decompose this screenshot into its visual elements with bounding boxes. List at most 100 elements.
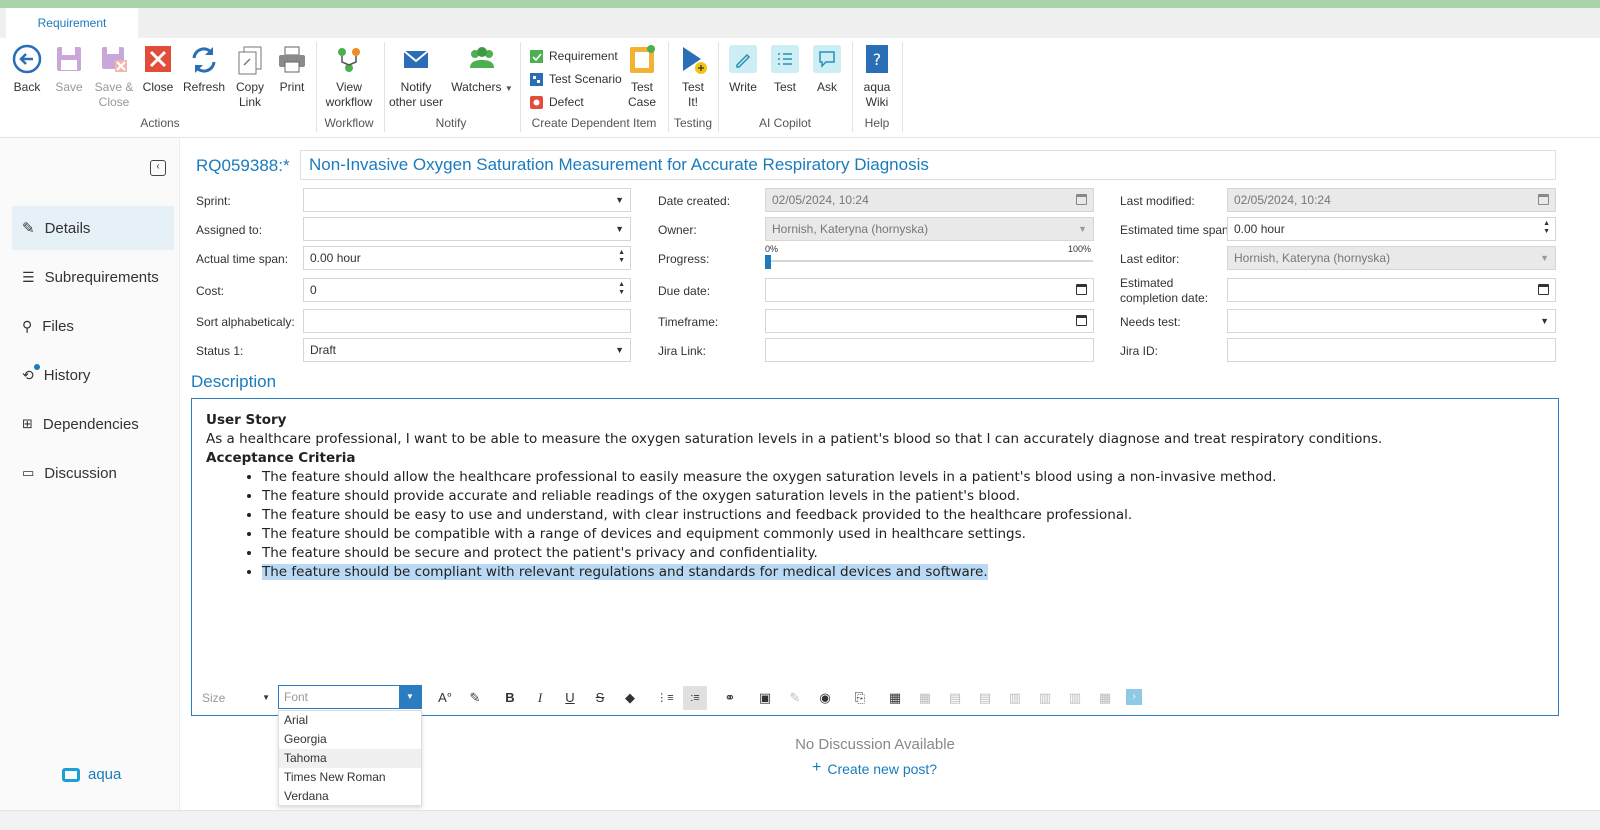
sprint-select[interactable]: ▼ — [303, 188, 631, 212]
col-before-icon[interactable]: ▥ — [1036, 689, 1054, 707]
save-close-button[interactable]: Save & Close — [92, 44, 136, 110]
numbered-list-icon[interactable]: ⋮≡ — [656, 689, 674, 707]
print-button[interactable]: Print — [270, 44, 314, 95]
table-props-icon[interactable]: ▦ — [916, 689, 934, 707]
delete-row-icon[interactable]: ▥ — [1006, 689, 1024, 707]
due-date-label: Due date: — [658, 284, 711, 298]
progress-slider-handle[interactable] — [765, 255, 771, 269]
create-test-case-button[interactable]: Test Case — [620, 44, 664, 110]
font-option-times-new-roman[interactable]: Times New Roman — [279, 768, 421, 787]
calendar-icon[interactable] — [1076, 284, 1087, 295]
ribbon-separator — [384, 42, 385, 132]
collapse-sidebar-icon[interactable]: ‹ — [150, 160, 166, 176]
strikethrough-icon[interactable]: S — [591, 689, 609, 707]
needs-test-select[interactable]: ▼ — [1227, 309, 1556, 333]
due-date-input[interactable] — [765, 278, 1094, 302]
font-option-tahoma[interactable]: Tahoma — [279, 749, 421, 768]
create-post-link[interactable]: + Create new post? — [812, 759, 937, 778]
link-icon[interactable]: ⚭ — [721, 689, 739, 707]
sidebar-item-subrequirements[interactable]: ☰ Subrequirements — [12, 255, 174, 299]
delete-col-icon[interactable]: ▦ — [1096, 689, 1114, 707]
save-button[interactable]: Save — [47, 44, 91, 95]
back-arrow-icon — [12, 44, 42, 74]
camera-icon[interactable]: ◉ — [816, 689, 834, 707]
date-created-field: 02/05/2024, 10:24 — [765, 188, 1094, 212]
col-after-icon[interactable]: ▥ — [1066, 689, 1084, 707]
insert-file-icon[interactable]: ⎘ — [851, 689, 869, 707]
font-option-arial[interactable]: Arial — [279, 711, 421, 730]
chevron-down-icon: ▼ — [1078, 224, 1087, 234]
status-select[interactable]: Draft ▼ — [303, 338, 631, 362]
sidebar-item-details[interactable]: ✎ Details — [12, 206, 174, 250]
ai-ask-button[interactable]: Ask — [805, 44, 849, 95]
refresh-button[interactable]: Refresh — [182, 44, 226, 95]
row-after-icon[interactable]: ▤ — [976, 689, 994, 707]
sidebar-item-files[interactable]: ⚲ Files — [12, 304, 174, 348]
sidebar-item-dependencies[interactable]: ⊞ Dependencies — [12, 402, 174, 446]
create-test-scenario-button[interactable]: Test Scenario — [530, 72, 622, 86]
source-code-icon[interactable]: › — [1126, 689, 1142, 705]
edit-image-icon[interactable]: ✎ — [786, 689, 804, 707]
eraser-icon[interactable]: ◆ — [621, 689, 639, 707]
font-option-georgia[interactable]: Georgia — [279, 730, 421, 749]
copy-link-button[interactable]: Copy Link — [228, 44, 272, 110]
image-icon[interactable]: ▣ — [756, 689, 774, 707]
back-button[interactable]: Back — [5, 44, 49, 95]
jira-link-label: Jira Link: — [658, 344, 707, 358]
watchers-button[interactable]: Watchers ▼ — [450, 44, 514, 96]
list-item: The feature should be easy to use and un… — [262, 506, 1382, 525]
ai-write-button[interactable]: Write — [721, 44, 765, 95]
jira-link-input[interactable] — [765, 338, 1094, 362]
create-requirement-button[interactable]: Requirement — [530, 49, 618, 63]
highlight-pen-icon[interactable]: ✎ — [466, 689, 484, 707]
assigned-select[interactable]: ▼ — [303, 217, 631, 241]
font-size-select[interactable]: Size ▼ — [198, 687, 274, 709]
chevron-down-icon: ▼ — [615, 224, 624, 234]
description-content[interactable]: User Story As a healthcare professional,… — [206, 411, 1382, 582]
chevron-down-icon: ▼ — [262, 693, 270, 702]
font-option-verdana[interactable]: Verdana — [279, 787, 421, 806]
timeframe-input[interactable] — [765, 309, 1094, 333]
calendar-icon — [1538, 194, 1549, 205]
bottom-scroll-area — [0, 810, 1600, 830]
description-editor[interactable]: User Story As a healthcare professional,… — [191, 398, 1559, 716]
aqua-wiki-button[interactable]: ? aqua Wiki — [855, 44, 899, 110]
jira-id-label: Jira ID: — [1120, 344, 1159, 358]
calendar-icon[interactable] — [1538, 284, 1549, 295]
insert-table-icon[interactable]: ▦ — [886, 689, 904, 707]
close-button[interactable]: Close — [136, 44, 180, 95]
calendar-icon[interactable] — [1076, 315, 1087, 326]
bullet-list-icon[interactable]: :≡ — [683, 686, 707, 710]
ai-test-button[interactable]: Test — [763, 44, 807, 95]
test-it-button[interactable]: Test It! — [671, 44, 715, 110]
acceptance-criteria-list: The feature should allow the healthcare … — [262, 468, 1382, 582]
actual-time-input[interactable]: 0.00 hour ▲ ▼ — [303, 246, 631, 270]
spinner-icon[interactable]: ▲ ▼ — [1543, 220, 1550, 236]
sidebar-item-history[interactable]: ⟲ History — [12, 353, 174, 397]
jira-id-input[interactable] — [1227, 338, 1556, 362]
chevron-down-icon[interactable]: ▼ — [399, 686, 421, 708]
italic-icon[interactable]: I — [531, 689, 549, 707]
sort-input[interactable] — [303, 309, 631, 333]
spinner-icon[interactable]: ▲ ▼ — [618, 281, 625, 297]
requirement-title-input[interactable]: Non-Invasive Oxygen Saturation Measureme… — [300, 150, 1556, 180]
plus-icon: + — [812, 759, 822, 776]
cost-input[interactable]: 0 ▲ ▼ — [303, 278, 631, 302]
discussion-icon: ▭ — [22, 465, 35, 480]
chevron-down-icon: ▼ — [1540, 253, 1549, 263]
font-color-icon[interactable]: A° — [436, 689, 454, 707]
bold-icon[interactable]: B — [501, 689, 519, 707]
notify-other-user-button[interactable]: Notify other user — [388, 44, 444, 110]
estimated-time-input[interactable]: 0.00 hour ▲ ▼ — [1227, 217, 1556, 241]
estimated-completion-input[interactable] — [1227, 278, 1556, 302]
row-before-icon[interactable]: ▤ — [946, 689, 964, 707]
create-defect-button[interactable]: Defect — [530, 95, 584, 109]
sidebar-item-discussion[interactable]: ▭ Discussion — [12, 451, 174, 495]
view-workflow-button[interactable]: View workflow — [322, 44, 376, 110]
font-family-select[interactable]: Font ▼ — [278, 685, 422, 709]
spinner-icon[interactable]: ▲ ▼ — [618, 249, 625, 265]
tab-requirement[interactable]: Requirement — [6, 8, 138, 38]
underline-icon[interactable]: U — [561, 689, 579, 707]
group-create-dependent-label: Create Dependent Item — [531, 116, 657, 130]
ribbon-separator — [718, 42, 719, 132]
